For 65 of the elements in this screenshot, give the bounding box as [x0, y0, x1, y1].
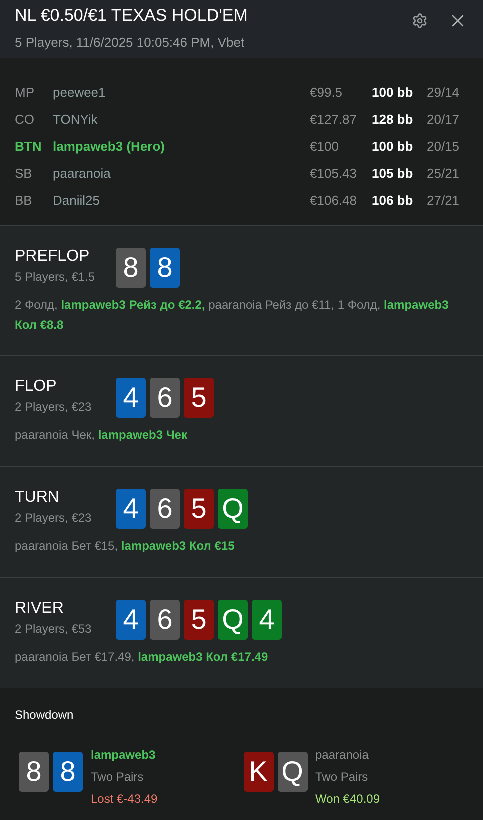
street-info: 2 Players, €23 — [15, 399, 93, 416]
player-name: TONYik — [53, 110, 99, 129]
playing-card: 4 — [252, 600, 282, 640]
player-name: Daniil25 — [53, 192, 101, 210]
big-blinds: 100 bb — [372, 84, 414, 102]
position-label: SB — [15, 164, 34, 183]
player-stats: 25/21 — [427, 164, 461, 183]
big-blinds: 105 bb — [372, 164, 414, 183]
hand-result: Lost €-43.49 — [91, 791, 158, 808]
player-name: paaranoia — [316, 747, 370, 764]
window-title: NL €0.50/€1 TEXAS HOLD'EM — [15, 5, 249, 27]
playing-card: 6 — [150, 489, 180, 529]
playing-card: 4 — [116, 378, 146, 418]
action-log: paaranoia Бет €17.49, lampaweb3 Кол €17.49 — [15, 649, 270, 666]
playing-card: 5 — [184, 489, 214, 529]
action-log: paaranoia Бет €15, lampaweb3 Кол €15 — [15, 538, 236, 555]
playing-card: Q — [218, 489, 248, 529]
street-name: RIVER — [15, 600, 65, 618]
big-blinds: 106 bb — [372, 192, 414, 210]
playing-card: 5 — [184, 378, 214, 418]
stack-amount: €99.5 — [310, 84, 344, 102]
player-stats: 20/17 — [427, 110, 461, 129]
street-name: PREFLOP — [15, 248, 91, 266]
hand-result: Won €40.09 — [316, 791, 380, 808]
big-blinds: 100 bb — [372, 138, 414, 156]
stack-amount: €100 — [310, 138, 340, 156]
action-log: 2 Фолд, lampaweb3 Рейз до €2.2, paaranoia Рейз до €11, 1 Фолд, lampaweb3 Кол €8.8 — [15, 297, 450, 334]
player-stats: 27/21 — [427, 192, 461, 210]
playing-card: 8 — [150, 248, 180, 288]
playing-card: 5 — [184, 600, 214, 640]
street-name: TURN — [15, 489, 60, 507]
position-label: BTN — [15, 138, 43, 156]
playing-card: Q — [218, 600, 248, 640]
playing-card: 8 — [53, 752, 83, 792]
stack-amount: €106.48 — [310, 192, 358, 210]
action-log: paaranoia Чек, lampaweb3 Чек — [15, 427, 188, 444]
playing-card: 4 — [116, 600, 146, 640]
playing-card: 8 — [116, 248, 146, 288]
street-name: FLOP — [15, 378, 58, 396]
position-label: BB — [15, 192, 34, 210]
hand-rank: Two Pairs — [91, 769, 145, 786]
playing-card: K — [244, 752, 274, 792]
player-name: peewee1 — [53, 84, 107, 102]
position-label: MP — [15, 84, 36, 102]
playing-card: Q — [278, 752, 308, 792]
stack-amount: €127.87 — [310, 110, 358, 129]
showdown-title: Showdown — [15, 707, 75, 724]
hand-subtitle: 5 Players, 11/6/2025 10:05:46 PM, Vbet — [15, 34, 246, 52]
player-name: paaranoia — [53, 164, 112, 183]
playing-card: 8 — [19, 752, 49, 792]
stack-amount: €105.43 — [310, 164, 358, 183]
player-name: lampaweb3 — [91, 747, 157, 764]
playing-card: 4 — [116, 489, 146, 529]
settings-icon[interactable] — [412, 13, 428, 29]
street-info: 5 Players, €1.5 — [15, 269, 96, 286]
playing-card: 6 — [150, 600, 180, 640]
player-stats: 20/15 — [427, 138, 461, 156]
hand-rank: Two Pairs — [316, 769, 370, 786]
street-info: 2 Players, €53 — [15, 621, 93, 638]
playing-card: 6 — [150, 378, 180, 418]
player-name: lampaweb3 (Hero) — [53, 138, 166, 156]
street-info: 2 Players, €23 — [15, 510, 93, 527]
big-blinds: 128 bb — [372, 110, 414, 129]
position-label: CO — [15, 110, 36, 129]
player-stats: 29/14 — [427, 84, 461, 102]
